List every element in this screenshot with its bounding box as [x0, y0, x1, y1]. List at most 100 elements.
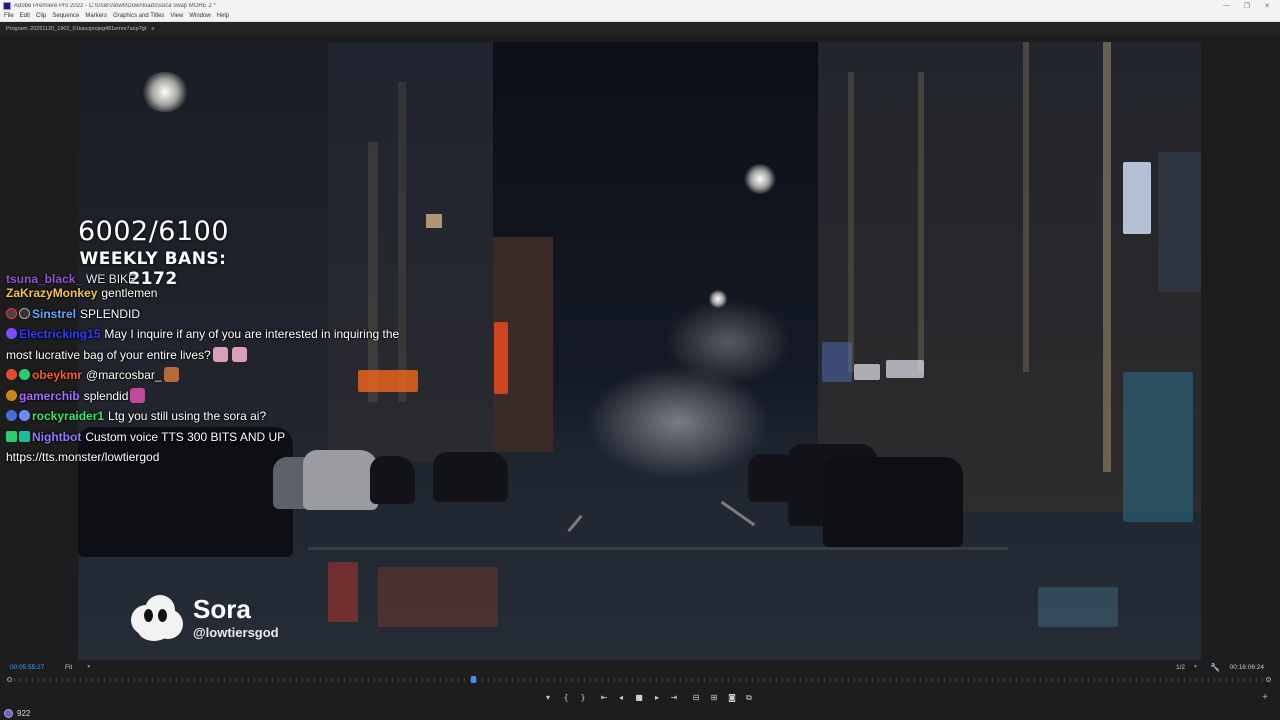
window-light: [918, 72, 924, 372]
street-lamp: [708, 290, 728, 308]
timeline-scrubber[interactable]: [0, 675, 1280, 685]
watermark-brand: Sora: [193, 594, 251, 624]
chat-message: gamerchib splendid: [6, 386, 406, 407]
parked-car: [433, 452, 508, 502]
chevron-down-icon[interactable]: ▼: [1193, 664, 1198, 670]
status-indicator-icon: [4, 708, 13, 718]
extract-icon[interactable]: ⊞: [708, 691, 720, 705]
menu-sequence[interactable]: Sequence: [52, 13, 79, 19]
zoom-level-select[interactable]: Fit: [65, 664, 72, 671]
menu-clip[interactable]: Clip: [36, 13, 46, 19]
badge-icon: [19, 307, 30, 319]
watermark-handle: @lowtiersgod: [193, 625, 279, 640]
step-back-icon[interactable]: ◂: [615, 691, 627, 705]
street-lamp: [140, 72, 190, 112]
badge-icon: [6, 389, 17, 401]
menu-file[interactable]: File: [4, 13, 14, 19]
neon-sign: [1123, 372, 1193, 522]
chevron-down-icon[interactable]: ▼: [86, 664, 91, 670]
chat-text: WE BIKE: [86, 274, 137, 285]
neon-sign: [1123, 162, 1151, 234]
emote-icon: [130, 387, 146, 403]
chat-message: Electricking15 May I inquire if any of yo…: [6, 324, 406, 365]
wrench-icon[interactable]: 🔧: [1210, 663, 1220, 672]
neon-sign: [886, 360, 924, 378]
step-forward-icon[interactable]: ▸: [651, 691, 663, 705]
chat-username: Sinstrel: [32, 306, 77, 321]
window-light: [426, 214, 442, 228]
chat-text: @marcosbar_: [86, 368, 162, 382]
chat-username: Electricking15: [19, 327, 101, 341]
window-titlebar: Adobe Premiere Pro 2022 - C:\Users\lowti…: [0, 0, 1280, 11]
menu-help[interactable]: Help: [217, 13, 229, 19]
badge-icon: [19, 410, 30, 421]
mark-in-icon[interactable]: {: [560, 691, 572, 705]
lane-marking: [308, 547, 1008, 550]
sora-watermark: Sora @lowtiersgod: [127, 591, 279, 643]
chat-overlay: tsuna_black_ WE BIKE ZaKrazyMonkey gentlem…: [6, 274, 406, 468]
chat-username: Nightbot: [32, 429, 82, 444]
export-frame-icon[interactable]: ◙: [726, 691, 738, 705]
sora-logo-icon: [127, 591, 185, 643]
time-ruler[interactable]: [8, 678, 1272, 682]
chat-username: rockyraider1: [32, 409, 105, 423]
lane-marking: [567, 514, 583, 533]
chat-text: SPLENDID: [80, 306, 141, 321]
chat-text: Ltg you still using the sora ai?: [108, 409, 267, 423]
button-editor-plus-icon[interactable]: +: [1262, 691, 1268, 705]
road-reflection: [378, 567, 498, 627]
chat-message: Nightbot Custom voice TTS 300 BITS AND UP…: [6, 427, 406, 468]
neon-sign: [494, 322, 508, 394]
parked-car: [823, 457, 963, 547]
menu-edit[interactable]: Edit: [20, 13, 30, 19]
neon-sign: [1158, 152, 1201, 292]
panel-menu-icon[interactable]: ≡: [151, 26, 154, 32]
badge-icon: [6, 307, 17, 319]
program-monitor-tab[interactable]: Program: 20251120_1902_01kacojoojeg481em…: [6, 26, 146, 32]
close-icon[interactable]: ✕: [1264, 2, 1270, 10]
scroll-end-handle[interactable]: [1266, 677, 1271, 682]
lane-marking: [720, 500, 756, 527]
ban-count: 6002/6100: [78, 216, 230, 247]
add-marker-icon[interactable]: ▾: [542, 691, 554, 705]
menu-view[interactable]: View: [170, 13, 183, 19]
checkmark-badge-icon: [6, 430, 17, 442]
menu-bar: File Edit Clip Sequence Markers Graphics…: [0, 11, 1280, 22]
badge-icon: [6, 369, 17, 380]
menu-markers[interactable]: Markers: [85, 13, 107, 19]
playback-resolution-select[interactable]: 1/2: [1176, 664, 1185, 671]
status-bar: 922: [0, 706, 1280, 720]
stop-icon[interactable]: ■: [633, 691, 645, 705]
chat-message: Sinstrel SPLENDID: [6, 304, 406, 325]
program-monitor: 6002/6100 WEEKLY BANS: 2172 tsuna_black_…: [0, 36, 1280, 660]
window-title: Adobe Premiere Pro 2022 - C:\Users\lowti…: [14, 2, 216, 9]
window-light: [1023, 42, 1029, 372]
badge-icon: [6, 410, 17, 421]
go-to-in-icon[interactable]: ⇤: [598, 691, 610, 705]
emote-icon: [231, 346, 247, 362]
badge-icon: [19, 369, 30, 380]
status-value: 922: [17, 708, 31, 718]
menu-graphics-and-titles[interactable]: Graphics and Titles: [113, 13, 164, 19]
current-timecode[interactable]: 00:05:55:27: [10, 664, 62, 671]
menu-window[interactable]: Window: [189, 13, 210, 19]
minimize-icon[interactable]: —: [1223, 2, 1230, 10]
chat-text: gentlemen: [101, 286, 158, 300]
chat-username: ZaKrazyMonkey: [6, 286, 98, 300]
road-reflection: [1038, 587, 1118, 627]
mark-out-icon[interactable]: }: [577, 691, 589, 705]
road-reflection: [328, 562, 358, 622]
restore-icon[interactable]: ❐: [1244, 2, 1250, 10]
lift-icon[interactable]: ⊟: [690, 691, 702, 705]
emote-icon: [163, 367, 179, 382]
playhead[interactable]: [471, 676, 477, 683]
chat-username: gamerchib: [19, 388, 80, 403]
chat-message: ZaKrazyMonkey gentlemen: [6, 283, 406, 304]
street-lamp: [743, 164, 777, 194]
go-to-out-icon[interactable]: ⇥: [668, 691, 680, 705]
badge-icon: [6, 328, 17, 339]
comparison-view-icon[interactable]: ⧉: [743, 691, 755, 705]
badge-icon: [19, 430, 30, 442]
chat-message-partial: tsuna_black_ WE BIKE: [6, 274, 406, 285]
window-light: [848, 72, 854, 372]
